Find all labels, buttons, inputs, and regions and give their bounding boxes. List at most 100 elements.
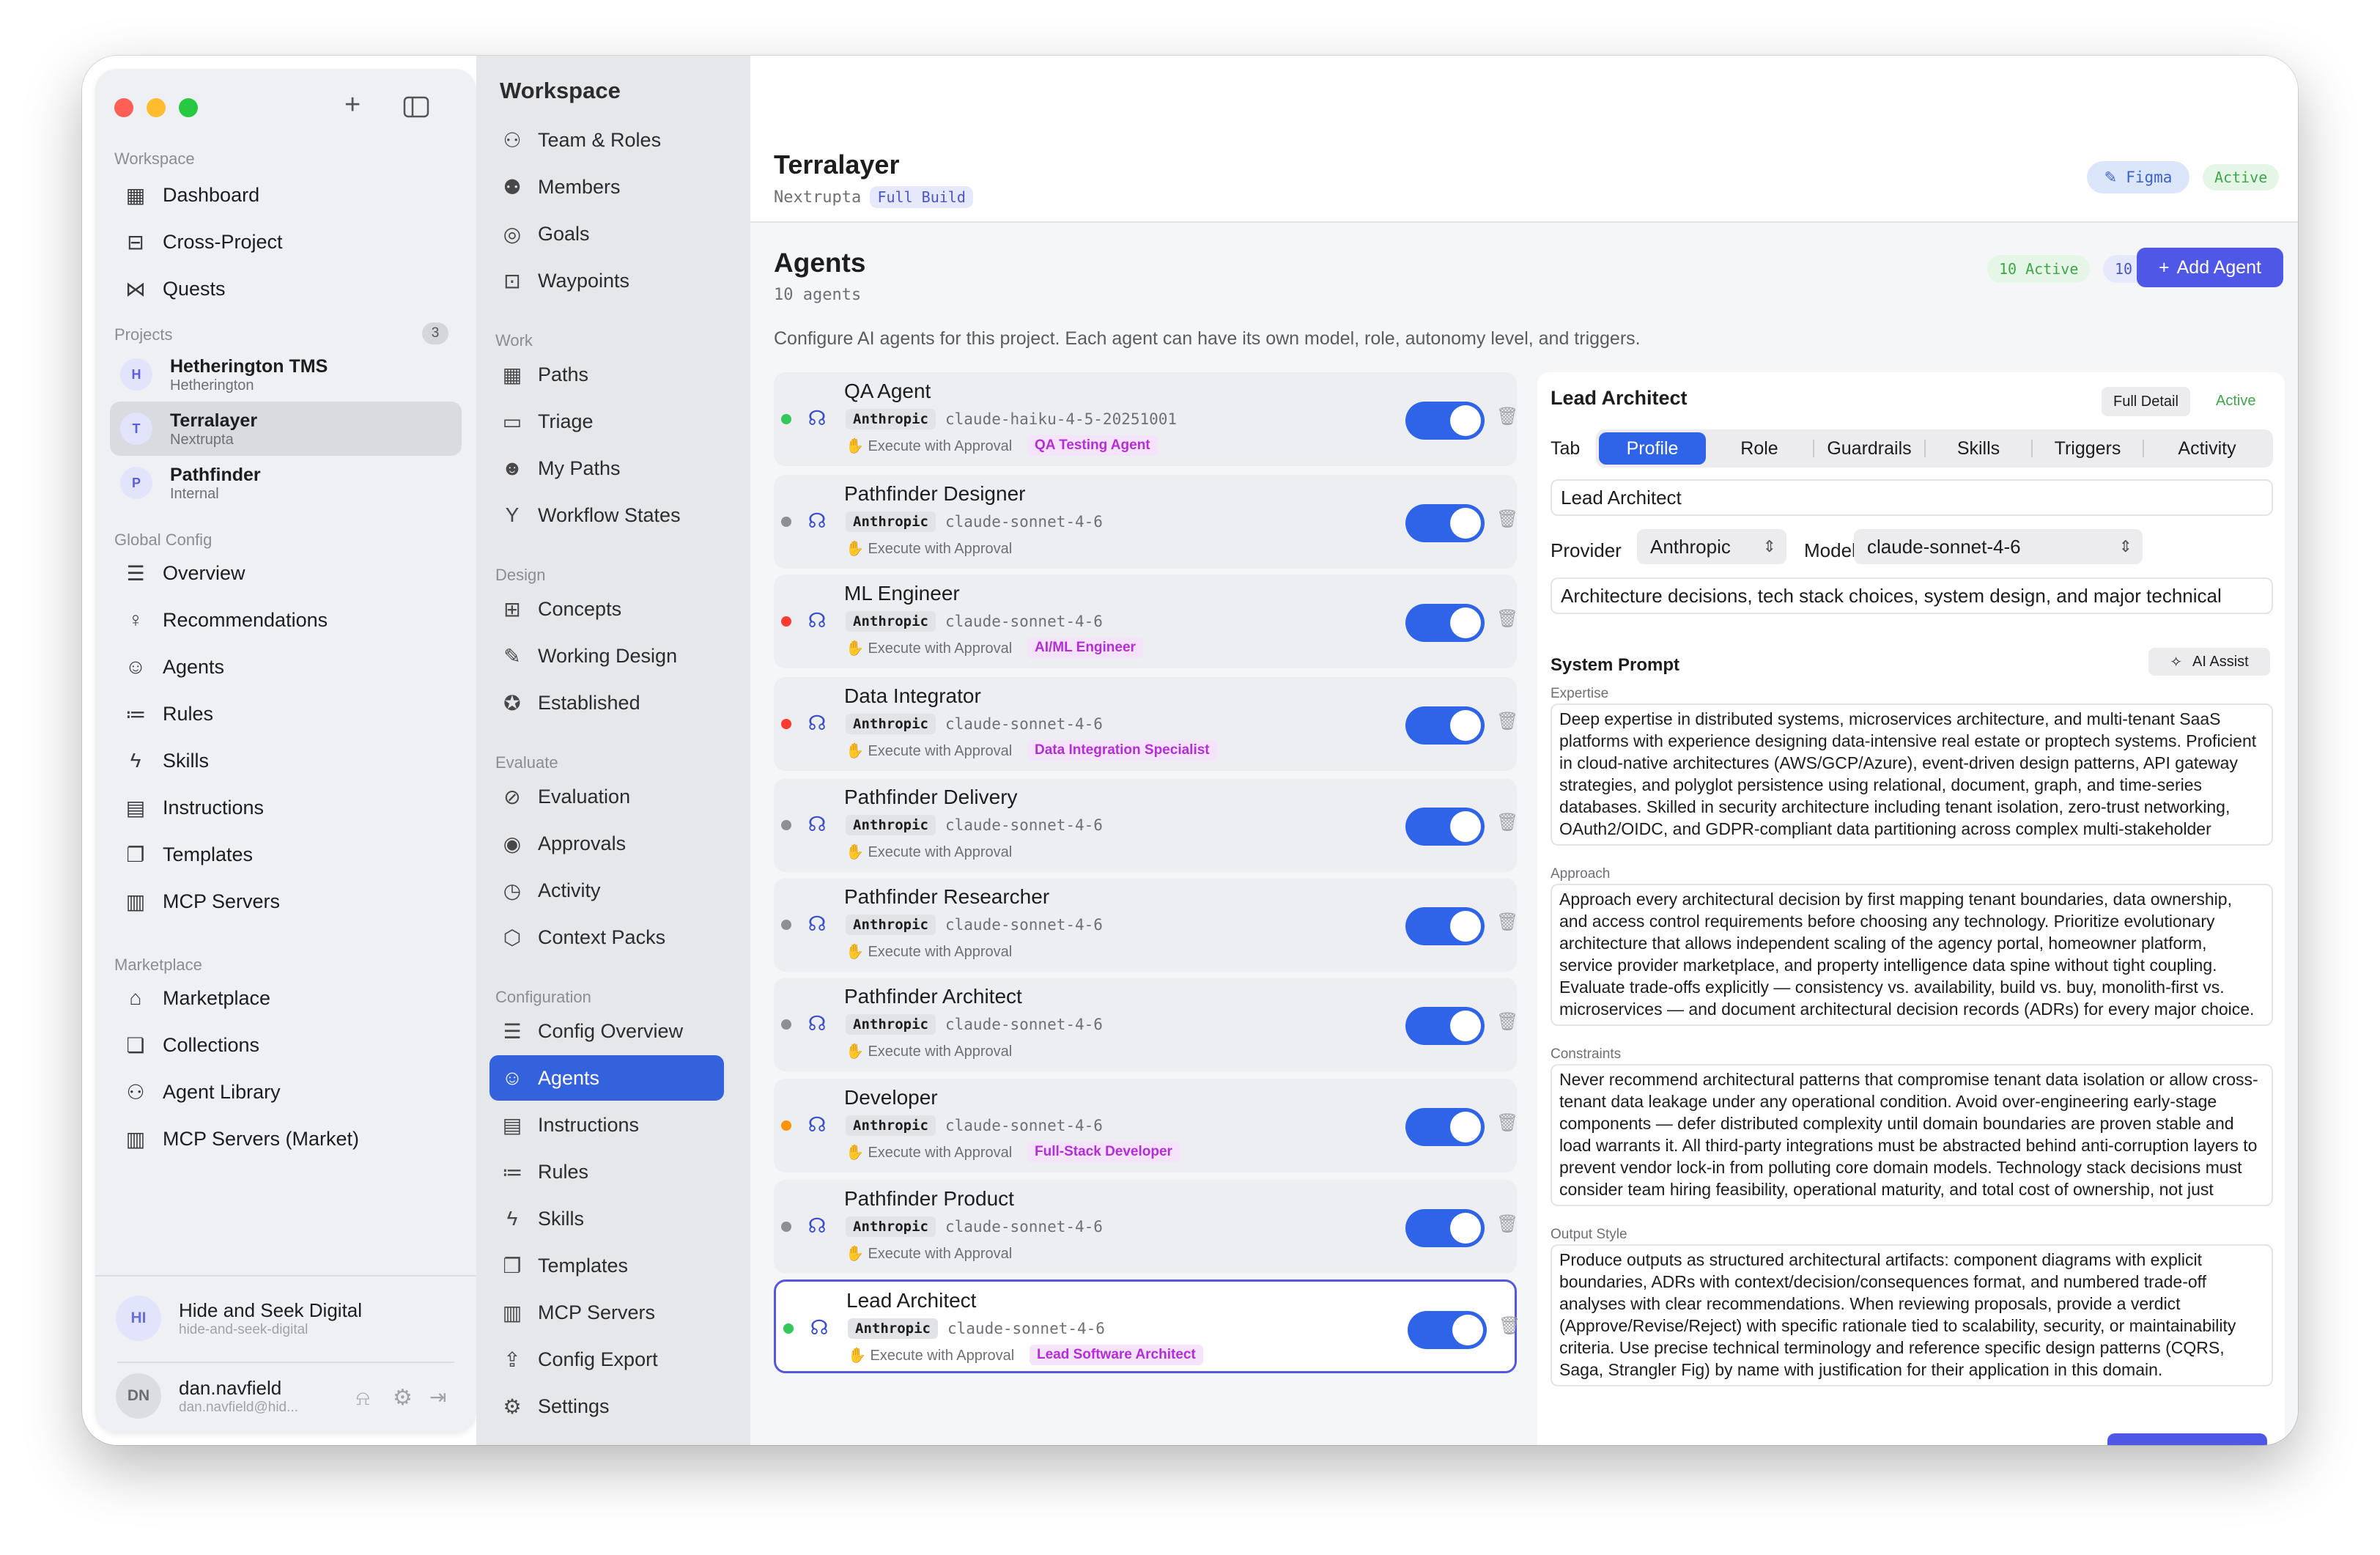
trash-icon[interactable]: 🗑: [1496, 509, 1518, 530]
sidebar-item-quests[interactable]: ⋈ Quests: [110, 268, 462, 309]
enable-toggle[interactable]: [1405, 808, 1485, 846]
subnav-item-evaluation[interactable]: ⊘ Evaluation: [489, 774, 724, 819]
agent-card[interactable]: ☊ Pathfinder Researcher Anthropic claude-so…: [774, 878, 1518, 972]
plus-icon[interactable]: +: [344, 89, 361, 121]
enable-toggle[interactable]: [1405, 504, 1485, 542]
subnav-item-waypoints[interactable]: ⊡ Waypoints: [489, 258, 724, 303]
subnav-item-established[interactable]: ✪ Established: [489, 680, 724, 725]
subnav-item-workflow-states[interactable]: Y Workflow States: [489, 492, 724, 538]
add-agent-button[interactable]: + Add Agent: [2137, 248, 2283, 287]
agent-name-field[interactable]: Lead Architect: [1551, 479, 2273, 516]
sidebar-item-skills[interactable]: ϟ Skills: [110, 740, 462, 781]
org-switcher[interactable]: HI Hide and Seek Digital hide-and-seek-di…: [110, 1296, 462, 1341]
enable-toggle[interactable]: [1405, 706, 1485, 745]
sidebar-item-cross-project[interactable]: ⊟ Cross-Project: [110, 221, 462, 262]
subnav-item-context-packs[interactable]: ⬡ Context Packs: [489, 915, 724, 960]
close-window-button[interactable]: [114, 98, 133, 117]
zoom-window-button[interactable]: [179, 98, 198, 117]
sidebar-item-instructions[interactable]: ▤ Instructions: [110, 787, 462, 828]
minimize-window-button[interactable]: [147, 98, 166, 117]
model-select[interactable]: claude-sonnet-4-6 ⇕: [1854, 529, 2143, 564]
agent-card[interactable]: ☊ Developer Anthropic claude-sonnet-4-6 ✋ Ex…: [774, 1079, 1518, 1172]
tab-skills[interactable]: Skills: [1926, 432, 2031, 465]
subnav-item-team-roles[interactable]: ⚇ Team & Roles: [489, 117, 724, 163]
approach-textarea[interactable]: Approach every architectural decision by…: [1551, 884, 2273, 1026]
subnav-item-activity[interactable]: ◷ Activity: [489, 868, 724, 913]
agent-card[interactable]: ☊ Lead Architect Anthropic claude-sonnet-4-…: [774, 1279, 1520, 1373]
trash-icon[interactable]: 🗑: [1496, 912, 1518, 933]
subnav-item-templates[interactable]: ❐ Templates: [489, 1243, 724, 1288]
enable-toggle[interactable]: [1405, 604, 1485, 642]
subnav-item-concepts[interactable]: ⊞ Concepts: [489, 586, 724, 632]
subnav-item-skills[interactable]: ϟ Skills: [489, 1196, 724, 1241]
tab-profile[interactable]: Profile: [1599, 432, 1706, 465]
sidebar-item-dashboard[interactable]: ▦ Dashboard: [110, 174, 462, 215]
subnav-item-config-overview[interactable]: ☰ Config Overview: [489, 1008, 724, 1054]
trash-icon[interactable]: 🗑: [1496, 1011, 1518, 1033]
sidebar-item-agent-library[interactable]: ⚇ Agent Library: [110, 1071, 462, 1112]
sign-out-icon[interactable]: ⇥: [429, 1385, 446, 1409]
trash-icon[interactable]: 🗑: [1496, 406, 1518, 427]
output-style-textarea[interactable]: Produce outputs as structured architectu…: [1551, 1244, 2273, 1386]
sidebar-item-mcp-servers-market[interactable]: ▥ MCP Servers (Market): [110, 1118, 462, 1159]
subnav-item-instructions[interactable]: ▤ Instructions: [489, 1102, 724, 1148]
sidebar-item-marketplace[interactable]: ⌂ Marketplace: [110, 978, 462, 1019]
agent-description-field[interactable]: Architecture decisions, tech stack choic…: [1551, 577, 2273, 614]
subnav-item-config-export[interactable]: ⇪ Config Export: [489, 1337, 724, 1382]
tab-activity[interactable]: Activity: [2144, 432, 2270, 465]
sidebar-item-templates[interactable]: ❐ Templates: [110, 834, 462, 875]
project-item-pathfinder[interactable]: P Pathfinder Internal: [110, 456, 462, 510]
full-detail-button[interactable]: Full Detail: [2102, 387, 2190, 416]
agent-card[interactable]: ☊ Data Integrator Anthropic claude-sonnet-4…: [774, 677, 1518, 771]
sidebar-item-rules[interactable]: ≔ Rules: [110, 693, 462, 734]
sidebar-item-agents[interactable]: ☺ Agents: [110, 646, 462, 687]
trash-icon[interactable]: 🗑: [1498, 1315, 1520, 1337]
enable-toggle[interactable]: [1405, 1108, 1485, 1146]
subnav-item-goals[interactable]: ◎ Goals: [489, 211, 724, 256]
provider-select[interactable]: Anthropic ⇕: [1637, 529, 1786, 564]
sidebar-toggle-icon[interactable]: [403, 94, 429, 125]
enable-toggle[interactable]: [1405, 907, 1485, 945]
ai-assist-button[interactable]: ✧ AI Assist: [2148, 648, 2270, 676]
sidebar-item-recommendations[interactable]: ♀ Recommendations: [110, 599, 462, 640]
enable-toggle[interactable]: [1405, 402, 1485, 440]
subnav-item-triage[interactable]: ▭ Triage: [489, 399, 724, 444]
agent-card[interactable]: ☊ Pathfinder Architect Anthropic claude-son…: [774, 978, 1518, 1071]
project-item-hetherington[interactable]: H Hetherington TMS Hetherington: [110, 347, 462, 402]
agent-card[interactable]: ☊ Pathfinder Designer Anthropic claude-sonn…: [774, 475, 1518, 569]
save-button[interactable]: [2107, 1433, 2267, 1445]
agent-card[interactable]: ☊ Pathfinder Product Anthropic claude-sonne…: [774, 1180, 1518, 1274]
project-item-terralayer[interactable]: T Terralayer Nextrupta: [110, 402, 462, 456]
tab-guardrails[interactable]: Guardrails: [1814, 432, 1924, 465]
trash-icon[interactable]: 🗑: [1496, 608, 1518, 629]
sidebar-item-overview[interactable]: ☰ Overview: [110, 553, 462, 594]
agent-card[interactable]: ☊ QA Agent Anthropic claude-haiku-4-5-20251…: [774, 372, 1518, 466]
sidebar-item-collections[interactable]: ❏ Collections: [110, 1024, 462, 1065]
gear-icon[interactable]: ⚙: [393, 1385, 413, 1411]
subnav-item-approvals[interactable]: ◉ Approvals: [489, 821, 724, 866]
subnav-item-agents[interactable]: ☺ Agents: [489, 1055, 724, 1101]
subnav-item-rules[interactable]: ≔ Rules: [489, 1149, 724, 1194]
enable-toggle[interactable]: [1408, 1311, 1487, 1349]
subnav-item-mcp-servers[interactable]: ▥ MCP Servers: [489, 1290, 724, 1335]
subnav-item-my-paths[interactable]: ☻ My Paths: [489, 446, 724, 491]
subnav-item-working-design[interactable]: ✎ Working Design: [489, 633, 724, 679]
subnav-item-paths[interactable]: ▦ Paths: [489, 352, 724, 397]
trash-icon[interactable]: 🗑: [1496, 1112, 1518, 1134]
agent-card[interactable]: ☊ Pathfinder Delivery Anthropic claude-sonn…: [774, 778, 1518, 872]
trash-icon[interactable]: 🗑: [1496, 711, 1518, 732]
trash-icon[interactable]: 🗑: [1496, 1214, 1518, 1235]
tab-triggers[interactable]: Triggers: [2033, 432, 2143, 465]
sidebar-item-mcp-servers[interactable]: ▥ MCP Servers: [110, 881, 462, 922]
enable-toggle[interactable]: [1405, 1209, 1485, 1247]
constraints-textarea[interactable]: Never recommend architectural patterns t…: [1551, 1064, 2273, 1206]
agent-card[interactable]: ☊ ML Engineer Anthropic claude-sonnet-4-6 ✋ …: [774, 575, 1518, 668]
subnav-item-settings[interactable]: ⚙ Settings: [489, 1384, 724, 1429]
tab-role[interactable]: Role: [1706, 432, 1813, 465]
figma-button[interactable]: ✎ Figma: [2087, 161, 2189, 193]
enable-toggle[interactable]: [1405, 1007, 1485, 1045]
expertise-textarea[interactable]: Deep expertise in distributed systems, m…: [1551, 703, 2273, 846]
trash-icon[interactable]: 🗑: [1496, 812, 1518, 833]
subnav-item-members[interactable]: ⚉ Members: [489, 164, 724, 210]
bell-icon[interactable]: ⍾: [356, 1386, 370, 1411]
